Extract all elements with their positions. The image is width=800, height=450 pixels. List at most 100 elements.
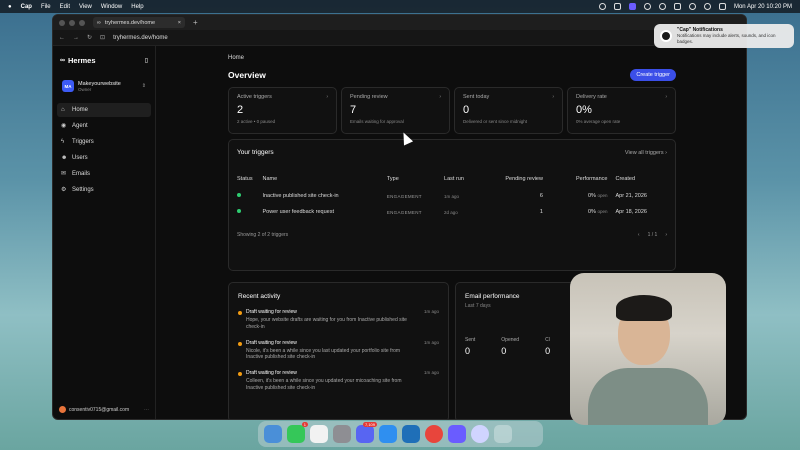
sidebar-item-emails[interactable]: ✉ Emails <box>57 167 151 181</box>
column-header[interactable]: Type <box>387 176 444 188</box>
search-icon[interactable] <box>703 3 711 10</box>
stat-subtext: 0% average open rate <box>576 119 621 124</box>
forward-icon[interactable]: → <box>73 35 79 41</box>
brand[interactable]: ∞ Hermes ▯ <box>57 52 151 69</box>
table-row[interactable]: Power user feedback request ENGAGEMENT 2… <box>237 204 667 220</box>
create-trigger-button[interactable]: Create trigger <box>630 69 676 81</box>
minimize-window-button[interactable] <box>69 19 75 26</box>
view-all-triggers-link[interactable]: View all triggers › <box>625 150 667 156</box>
workspace-avatar: MA <box>62 80 74 92</box>
stat-card-sent-today[interactable]: Sent today › 0 Delivered or sent since m… <box>454 87 563 134</box>
stat-subtext: 2 active • 0 paused <box>237 119 276 124</box>
stat-label: Sent today <box>463 94 490 100</box>
menu-window[interactable]: Window <box>101 4 122 10</box>
account-menu[interactable]: consentiv0715@gmail.com ⋯ <box>59 406 149 413</box>
back-icon[interactable]: ← <box>59 35 65 41</box>
docker-icon[interactable] <box>379 425 397 443</box>
triggers-title: Your triggers <box>237 149 274 156</box>
cap-icon[interactable] <box>448 425 466 443</box>
browser-tab[interactable]: ∞ tryhermes.dev/home × <box>93 17 185 28</box>
macos-menubar: ● Cap File Edit View Window Help Mon Apr… <box>0 0 800 13</box>
vscode-icon[interactable] <box>402 425 420 443</box>
activity-body: Hope, your website drafts are waiting fo… <box>246 317 407 330</box>
more-icon[interactable]: ⋯ <box>144 407 149 413</box>
control-center-icon[interactable] <box>718 3 726 10</box>
stat-subtext: Delivered or sent since midnight <box>463 119 528 124</box>
messages-icon[interactable]: 1 <box>287 422 308 443</box>
activity-title-text: Draft waiting for review <box>246 370 297 376</box>
status-icon[interactable] <box>598 3 606 10</box>
apple-icon[interactable]: ● <box>8 4 12 10</box>
activity-title-text: Draft waiting for review <box>246 309 297 315</box>
webcam-person-body <box>588 368 708 425</box>
home-icon: ⌂ <box>61 107 65 113</box>
stat-card-pending-review[interactable]: Pending review › 7 Emails waiting for ap… <box>341 87 450 134</box>
activity-dot <box>238 372 242 376</box>
menu-help[interactable]: Help <box>131 4 143 10</box>
close-window-button[interactable] <box>59 19 65 26</box>
table-row[interactable]: Inactive published site check-in ENGAGEM… <box>237 188 667 204</box>
trigger-type: ENGAGEMENT <box>386 193 422 199</box>
created-date: Apr 21, 2026 <box>615 193 647 199</box>
workspace-switcher[interactable]: MA Makeyourwebsite Owner ⇕ <box>59 77 149 95</box>
column-header[interactable]: Performance <box>551 176 616 188</box>
status-icon[interactable] <box>613 3 621 10</box>
address-bar: ← → ↻ ⊡ tryhermes.dev/home <box>53 30 746 46</box>
menu-view[interactable]: View <box>79 4 92 10</box>
trigger-name: Power user feedback request <box>262 209 335 215</box>
sidebar-item-users[interactable]: ☻ Users <box>57 151 151 165</box>
stat-card-delivery-rate[interactable]: Delivery rate › 0% 0% average open rate <box>567 87 676 134</box>
webcam-overlay <box>570 273 726 425</box>
menu-file[interactable]: File <box>41 4 51 10</box>
sidebar-item-agent[interactable]: ◉ Agent <box>57 119 151 133</box>
app-icon[interactable] <box>471 425 489 443</box>
prev-page-icon[interactable]: ‹ <box>638 232 640 238</box>
tab-bar: ∞ tryhermes.dev/home × + <box>53 15 746 30</box>
site-info-icon[interactable]: ⊡ <box>100 34 105 41</box>
stat-label: Active triggers <box>237 94 272 100</box>
sidebar-item-settings[interactable]: ⚙ Settings <box>57 183 151 197</box>
collapse-sidebar-icon[interactable]: ▯ <box>145 57 148 64</box>
trash-icon[interactable] <box>494 425 512 443</box>
page-title: Overview <box>228 70 266 80</box>
column-header[interactable]: Created <box>615 176 667 188</box>
list-item[interactable]: Draft waiting for review Hope, your webs… <box>238 309 439 331</box>
stat-card-active-triggers[interactable]: Active triggers › 2 2 active • 0 paused <box>228 87 337 134</box>
stat-label: Pending review <box>350 94 388 100</box>
close-tab-icon[interactable]: × <box>178 20 181 26</box>
zoom-window-button[interactable] <box>79 19 85 26</box>
cap-app-icon <box>660 30 672 42</box>
battery-icon[interactable] <box>673 3 681 10</box>
menubar-app-name[interactable]: Cap <box>21 4 32 10</box>
discord-icon[interactable]: 7,109 <box>356 422 377 443</box>
stats-row: Active triggers › 2 2 active • 0 paused … <box>228 87 676 134</box>
column-header[interactable]: Last run <box>444 176 476 188</box>
workspace-role: Owner <box>78 86 92 92</box>
menubar-clock[interactable]: Mon Apr 20 10:20 PM <box>734 4 792 10</box>
next-page-icon[interactable]: › <box>665 232 667 238</box>
chrome-icon[interactable] <box>425 425 443 443</box>
sidebar-item-home[interactable]: ⌂ Home <box>57 103 151 117</box>
status-icon[interactable] <box>658 3 666 10</box>
system-settings-icon[interactable] <box>333 425 351 443</box>
reminders-icon[interactable] <box>310 425 328 443</box>
new-tab-icon[interactable]: + <box>193 18 198 27</box>
notification-banner[interactable]: "Cap" Notifications Notifications may in… <box>654 24 794 48</box>
column-header[interactable]: Name <box>262 176 386 188</box>
sidebar-item-triggers[interactable]: ϟ Triggers <box>57 135 151 149</box>
agent-icon: ◉ <box>61 123 67 129</box>
finder-icon[interactable] <box>264 425 282 443</box>
menu-edit[interactable]: Edit <box>60 4 70 10</box>
column-header[interactable]: Pending review <box>476 176 551 188</box>
reload-icon[interactable]: ↻ <box>87 34 92 41</box>
triggers-card: Your triggers View all triggers › Status… <box>228 139 676 271</box>
column-header[interactable]: Status <box>237 176 262 188</box>
status-icon[interactable] <box>643 3 651 10</box>
list-item[interactable]: Draft waiting for review Nicole, it's be… <box>238 340 439 362</box>
url-field[interactable]: tryhermes.dev/home <box>113 35 168 41</box>
wifi-icon[interactable] <box>688 3 696 10</box>
users-icon: ☻ <box>61 155 68 161</box>
cap-record-icon[interactable] <box>628 3 636 10</box>
list-item[interactable]: Draft waiting for review Colleen, it's b… <box>238 370 439 392</box>
trigger-name: Inactive published site check-in <box>262 193 339 199</box>
